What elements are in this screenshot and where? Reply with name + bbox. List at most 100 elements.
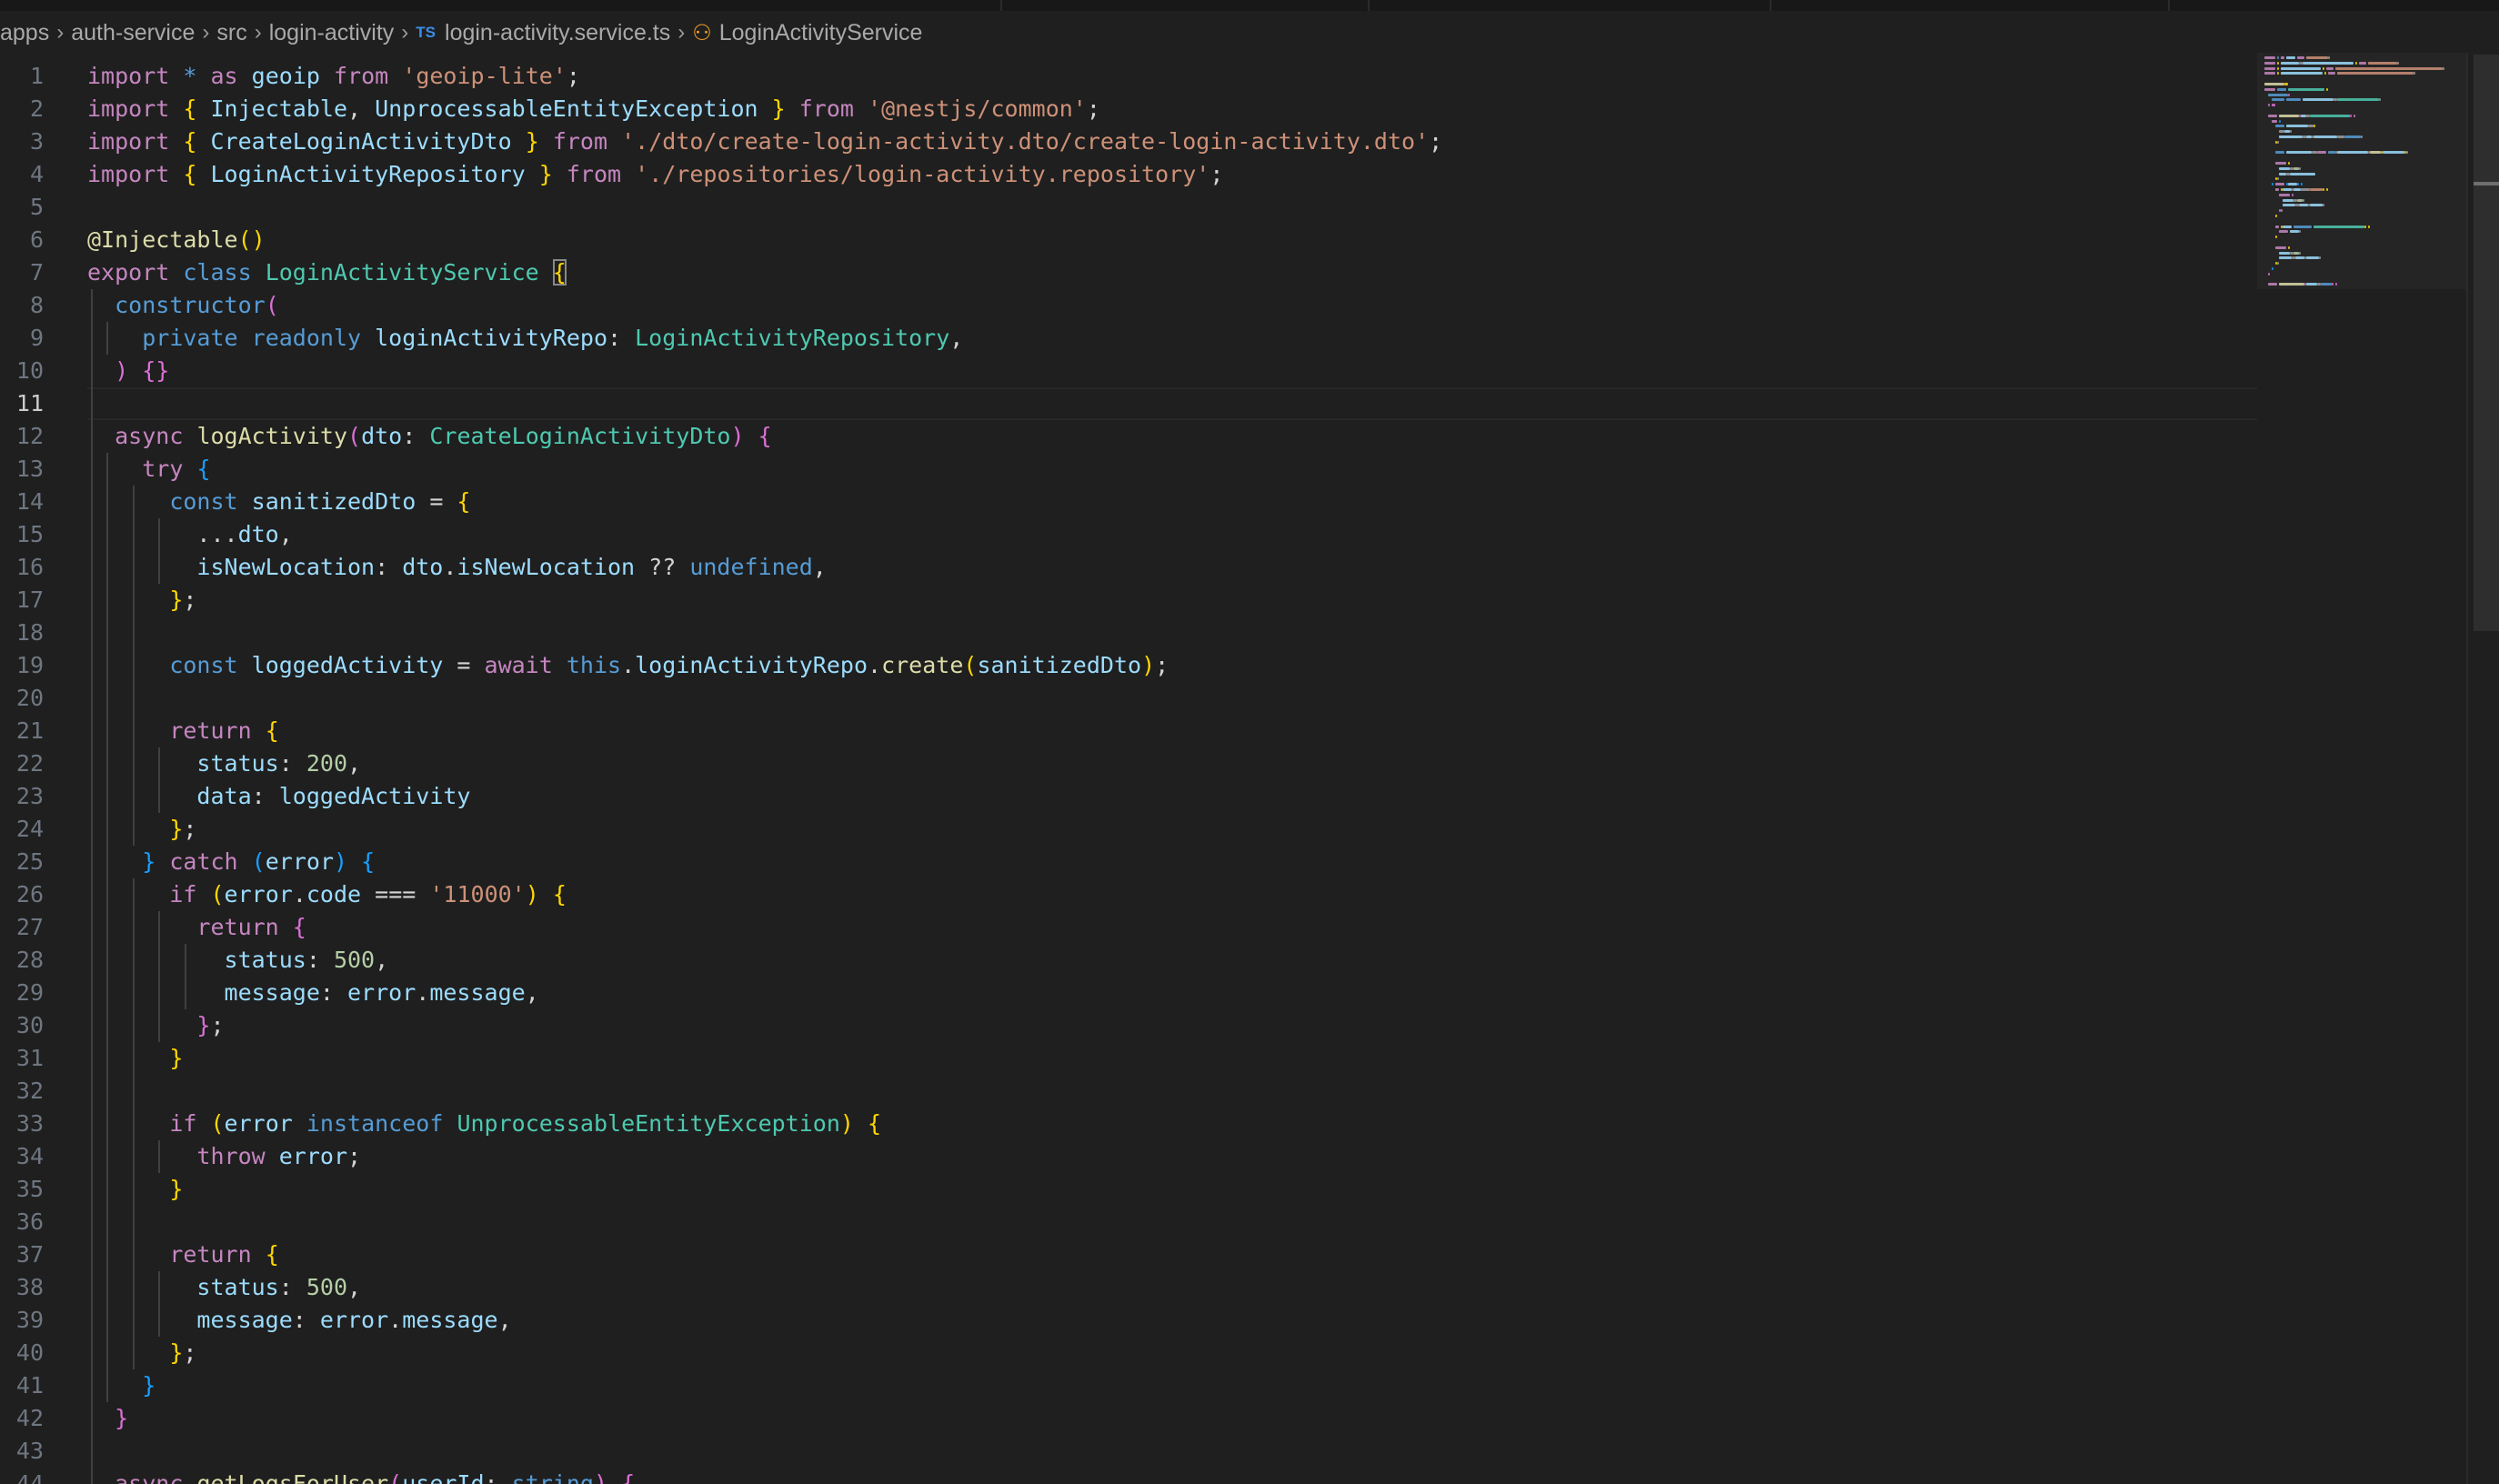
- line-number[interactable]: 31: [0, 1042, 44, 1075]
- code-line[interactable]: 19 const loggedActivity = await this.log…: [0, 649, 2257, 682]
- code-line[interactable]: 44 async getLogsForUser(userId: string) …: [0, 1468, 2257, 1484]
- code-line[interactable]: 26 if (error.code === '11000') {: [0, 878, 2257, 911]
- code-line[interactable]: 5: [0, 191, 2257, 224]
- code-line[interactable]: 13 try {: [0, 453, 2257, 486]
- line-number[interactable]: 9: [0, 322, 44, 355]
- code-line[interactable]: 17 };: [0, 584, 2257, 617]
- line-number[interactable]: 10: [0, 355, 44, 387]
- code-line[interactable]: 15 ...dto,: [0, 518, 2257, 551]
- code-line[interactable]: 18: [0, 617, 2257, 649]
- line-number[interactable]: 2: [0, 93, 44, 125]
- code-line[interactable]: 30 };: [0, 1009, 2257, 1042]
- code-line[interactable]: 9 private readonly loginActivityRepo: Lo…: [0, 322, 2257, 355]
- line-number[interactable]: 25: [0, 846, 44, 878]
- line-number[interactable]: 44: [0, 1468, 44, 1484]
- line-number[interactable]: 3: [0, 125, 44, 158]
- line-number[interactable]: 40: [0, 1337, 44, 1369]
- line-number[interactable]: 30: [0, 1009, 44, 1042]
- code-editor[interactable]: 1 import * as geoip from 'geoip-lite'; 2 im…: [0, 53, 2257, 1484]
- code-line[interactable]: 32: [0, 1075, 2257, 1108]
- code-line[interactable]: 14 const sanitizedDto = {: [0, 486, 2257, 518]
- line-number[interactable]: 36: [0, 1206, 44, 1238]
- line-number[interactable]: 29: [0, 977, 44, 1009]
- line-number[interactable]: 34: [0, 1140, 44, 1173]
- code-line[interactable]: 40 };: [0, 1337, 2257, 1369]
- line-number[interactable]: 12: [0, 420, 44, 453]
- code-line[interactable]: 37 return {: [0, 1238, 2257, 1271]
- line-number[interactable]: 6: [0, 224, 44, 256]
- code-line[interactable]: 31 }: [0, 1042, 2257, 1075]
- code-line[interactable]: 22 status: 200,: [0, 747, 2257, 780]
- line-number[interactable]: 22: [0, 747, 44, 780]
- line-number[interactable]: 7: [0, 256, 44, 289]
- code-line[interactable]: 39 message: error.message,: [0, 1304, 2257, 1337]
- code-line[interactable]: 41 }: [0, 1369, 2257, 1402]
- line-number[interactable]: 27: [0, 911, 44, 944]
- breadcrumb-segment-src[interactable]: src: [216, 20, 246, 46]
- scrollbar-thumb[interactable]: [2474, 55, 2499, 631]
- code-line[interactable]: 25 } catch (error) {: [0, 846, 2257, 878]
- line-number[interactable]: 35: [0, 1173, 44, 1206]
- code-line[interactable]: 6 @Injectable(): [0, 224, 2257, 256]
- line-number[interactable]: 19: [0, 649, 44, 682]
- line-number[interactable]: 37: [0, 1238, 44, 1271]
- line-number[interactable]: 17: [0, 584, 44, 617]
- code-line[interactable]: 2 import { Injectable, UnprocessableEntit…: [0, 93, 2257, 125]
- editor-tab-strip[interactable]: [0, 0, 2499, 11]
- code-line[interactable]: 43: [0, 1435, 2257, 1468]
- breadcrumb-file[interactable]: login-activity.service.ts: [445, 20, 670, 46]
- code-line[interactable]: 8 constructor(: [0, 289, 2257, 322]
- code-line[interactable]: 24 };: [0, 813, 2257, 846]
- line-number[interactable]: 16: [0, 551, 44, 584]
- code-line[interactable]: 34 throw error;: [0, 1140, 2257, 1173]
- breadcrumb-segment-auth-service[interactable]: auth-service: [71, 20, 195, 46]
- line-number[interactable]: 4: [0, 158, 44, 191]
- line-number[interactable]: 41: [0, 1369, 44, 1402]
- breadcrumb-segment-apps[interactable]: apps: [0, 20, 49, 46]
- code-line[interactable]: 28 status: 500,: [0, 944, 2257, 977]
- code-line[interactable]: 12 async logActivity(dto: CreateLoginAct…: [0, 420, 2257, 453]
- line-number[interactable]: 20: [0, 682, 44, 715]
- line-number[interactable]: 24: [0, 813, 44, 846]
- line-number[interactable]: 18: [0, 617, 44, 649]
- line-number[interactable]: 39: [0, 1304, 44, 1337]
- code-line[interactable]: 3 import { CreateLoginActivityDto } from …: [0, 125, 2257, 158]
- code-line[interactable]: 33 if (error instanceof UnprocessableEnt…: [0, 1108, 2257, 1140]
- code-line[interactable]: 27 return {: [0, 911, 2257, 944]
- code-line[interactable]: 29 message: error.message,: [0, 977, 2257, 1009]
- line-number[interactable]: 42: [0, 1402, 44, 1435]
- code-line[interactable]: 1 import * as geoip from 'geoip-lite';: [0, 60, 2257, 93]
- line-number[interactable]: 28: [0, 944, 44, 977]
- line-number[interactable]: 21: [0, 715, 44, 747]
- code-line[interactable]: 35 }: [0, 1173, 2257, 1206]
- code-line[interactable]: 11: [0, 387, 2257, 420]
- line-number[interactable]: 14: [0, 486, 44, 518]
- code-line[interactable]: 23 data: loggedActivity: [0, 780, 2257, 813]
- line-number[interactable]: 23: [0, 780, 44, 813]
- line-number[interactable]: 38: [0, 1271, 44, 1304]
- code-line[interactable]: 21 return {: [0, 715, 2257, 747]
- line-number[interactable]: 8: [0, 289, 44, 322]
- line-number[interactable]: 15: [0, 518, 44, 551]
- code-line[interactable]: 36: [0, 1206, 2257, 1238]
- code-line[interactable]: 4 import { LoginActivityRepository } from…: [0, 158, 2257, 191]
- line-number[interactable]: 33: [0, 1108, 44, 1140]
- code-line[interactable]: 7 export class LoginActivityService {: [0, 256, 2257, 289]
- code-line[interactable]: 10 ) {}: [0, 355, 2257, 387]
- code-line[interactable]: 38 status: 500,: [0, 1271, 2257, 1304]
- line-number[interactable]: 43: [0, 1435, 44, 1468]
- line-number[interactable]: 32: [0, 1075, 44, 1108]
- line-number[interactable]: 5: [0, 191, 44, 224]
- line-number[interactable]: 13: [0, 453, 44, 486]
- code-line[interactable]: 16 isNewLocation: dto.isNewLocation ?? u…: [0, 551, 2257, 584]
- minimap[interactable]: [2257, 53, 2466, 1484]
- line-number[interactable]: 26: [0, 878, 44, 911]
- class-symbol-icon: ⚇: [692, 20, 712, 45]
- breadcrumb-symbol[interactable]: LoginActivityService: [719, 20, 923, 46]
- vertical-scrollbar[interactable]: [2466, 53, 2499, 1484]
- breadcrumb-segment-login-activity[interactable]: login-activity: [269, 20, 395, 46]
- code-line[interactable]: 42 }: [0, 1402, 2257, 1435]
- code-line[interactable]: 20: [0, 682, 2257, 715]
- line-number[interactable]: 11: [0, 387, 44, 420]
- line-number[interactable]: 1: [0, 60, 44, 93]
